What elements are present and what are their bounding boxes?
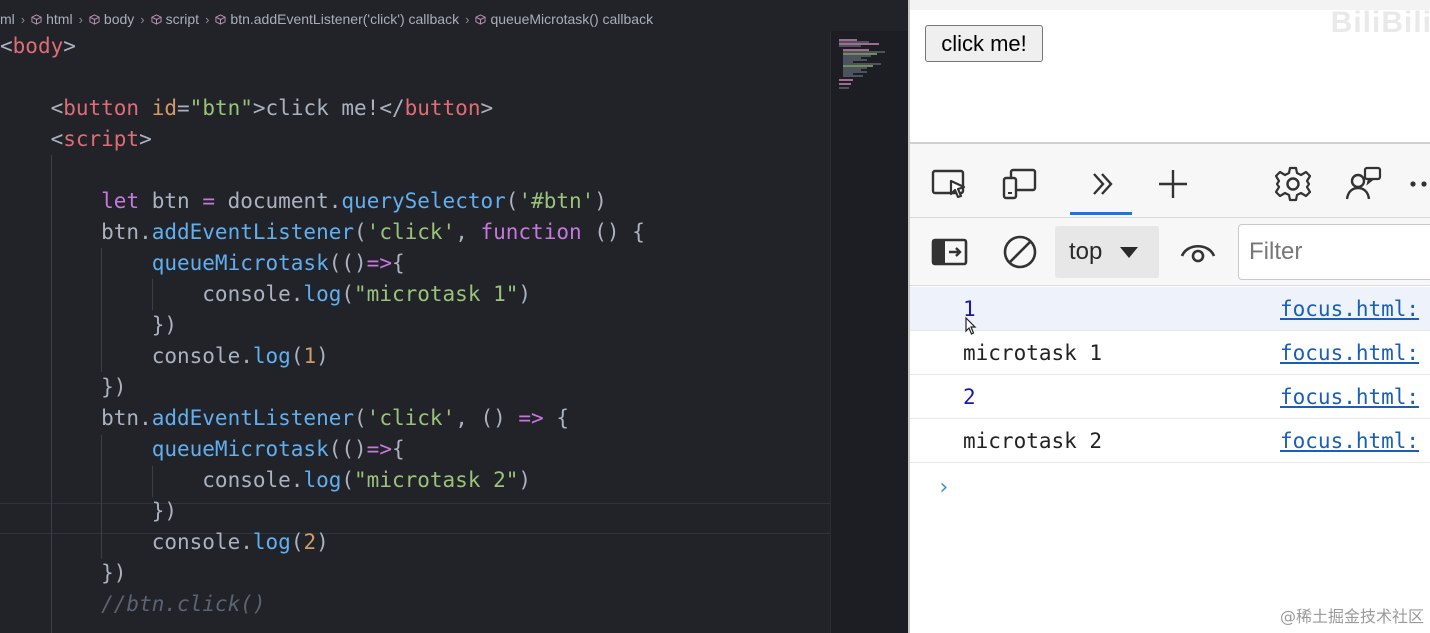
- symbol-cube-icon: [215, 13, 227, 25]
- feedback-users-icon[interactable]: [1344, 164, 1384, 204]
- breadcrumb-separator: ›: [465, 11, 470, 27]
- code-line: btn.addEventListener('click', function (…: [0, 220, 645, 244]
- code-editor[interactable]: ml › html › body › script › btn.addEventListener…: [0, 0, 908, 633]
- code-line: console.log(1): [0, 344, 329, 368]
- console-message: 2: [963, 385, 976, 409]
- symbol-cube-icon: [151, 13, 162, 25]
- juejin-watermark: @稀土掘金技术社区: [1279, 607, 1424, 626]
- breadcrumb-separator: ›: [205, 11, 210, 27]
- console-source-link[interactable]: focus.html:: [1280, 341, 1419, 365]
- dropdown-arrow-icon: [1120, 246, 1139, 258]
- devtools-tabbar: [910, 144, 1430, 218]
- filter-input[interactable]: [1238, 224, 1430, 280]
- console-row[interactable]: 1 focus.html:: [910, 287, 1430, 335]
- context-label: top: [1069, 238, 1103, 265]
- browser-window: click me! BiliBili top Filter 1 focus.ht…: [908, 0, 1430, 633]
- symbol-cube-icon: [89, 13, 100, 25]
- code-line: queueMicrotask(()=>{: [151, 437, 405, 461]
- more-tabs-icon[interactable]: [1083, 164, 1123, 204]
- more-options-icon[interactable]: [1405, 164, 1430, 204]
- breadcrumb-separator: ›: [140, 11, 145, 27]
- breadcrumb-label: html: [46, 11, 73, 27]
- code-line: let btn = document.querySelector('#btn'): [101, 189, 607, 213]
- bilibili-watermark: BiliBili: [1330, 6, 1430, 39]
- active-tab-indicator: [1070, 212, 1132, 215]
- code-line: <button id="btn">click me!</button>: [0, 96, 494, 120]
- add-tab-icon[interactable]: [1153, 164, 1193, 204]
- code-line: }): [0, 499, 178, 523]
- minimap-line: [843, 75, 863, 77]
- code-area[interactable]: <body> <button id="btn">click me!</butto…: [0, 31, 830, 633]
- breadcrumb-separator: ›: [20, 11, 26, 27]
- breadcrumb-label: ml: [0, 11, 15, 27]
- console-prompt[interactable]: ›: [937, 475, 950, 500]
- breadcrumb-label: script: [165, 11, 200, 27]
- click-me-button[interactable]: click me!: [925, 25, 1043, 62]
- code-line: <script>: [0, 127, 152, 151]
- breadcrumb-item[interactable]: btn.addEventListener('click') callback: [215, 11, 459, 27]
- console-source-link[interactable]: focus.html:: [1280, 429, 1419, 453]
- inspect-element-icon[interactable]: [930, 164, 970, 204]
- toggle-sidebar-icon[interactable]: [928, 230, 972, 274]
- code-line: console.log("microtask 1"): [0, 282, 532, 306]
- code-line: queueMicrotask(()=>{: [151, 251, 405, 275]
- minimap-line: [839, 87, 849, 89]
- breadcrumb-item[interactable]: queueMicrotask() callback: [475, 11, 653, 27]
- console-source-link[interactable]: focus.html:: [1280, 385, 1419, 409]
- code-line: console.log("microtask 2"): [0, 468, 532, 492]
- console-message: microtask 2: [963, 429, 1103, 453]
- code-line: }): [0, 313, 178, 337]
- breadcrumb-item[interactable]: script: [151, 11, 199, 27]
- console-row[interactable]: microtask 2 focus.html:: [910, 419, 1430, 463]
- code-line: console.log(2): [0, 530, 329, 554]
- minimap-line: [839, 45, 861, 47]
- console-row[interactable]: microtask 1 focus.html:: [910, 331, 1430, 375]
- minimap-line: [839, 83, 851, 85]
- breadcrumb-item[interactable]: ml: [0, 11, 15, 27]
- breadcrumb-separator: ›: [78, 11, 83, 27]
- symbol-cube-icon: [31, 13, 42, 25]
- code-line: }): [0, 561, 127, 585]
- console-row[interactable]: 2 focus.html:: [910, 375, 1430, 419]
- console-source-link[interactable]: focus.html:: [1280, 297, 1419, 321]
- code-line: //btn.click(): [0, 592, 266, 616]
- minimap[interactable]: [830, 31, 908, 633]
- breadcrumb-label: btn.addEventListener('click') callback: [230, 11, 460, 27]
- live-expression-eye-icon[interactable]: [1176, 230, 1220, 274]
- device-emulation-icon[interactable]: [1000, 164, 1040, 204]
- minimap-line: [839, 79, 853, 81]
- clear-console-icon[interactable]: [998, 230, 1042, 274]
- page-viewport: click me! BiliBili: [910, 0, 1430, 142]
- context-selector[interactable]: top: [1055, 226, 1159, 278]
- code-line: }): [0, 375, 127, 399]
- breadcrumb-label: body: [103, 11, 135, 27]
- breadcrumb-item[interactable]: body: [89, 11, 134, 27]
- breadcrumb-label: queueMicrotask() callback: [490, 11, 654, 27]
- code-line: btn.addEventListener('click', () => {: [0, 406, 569, 430]
- devtools-panel: top 1 focus.html: microtask 1 focus.html…: [910, 142, 1430, 633]
- console-output: 1 focus.html: microtask 1 focus.html: 2 …: [910, 287, 1430, 500]
- console-message: microtask 1: [963, 341, 1103, 365]
- console-toolbar: top: [910, 218, 1430, 286]
- symbol-cube-icon: [475, 13, 487, 25]
- breadcrumb-item[interactable]: html: [31, 11, 73, 27]
- code-line: <body>: [0, 34, 76, 58]
- settings-gear-icon[interactable]: [1273, 164, 1313, 204]
